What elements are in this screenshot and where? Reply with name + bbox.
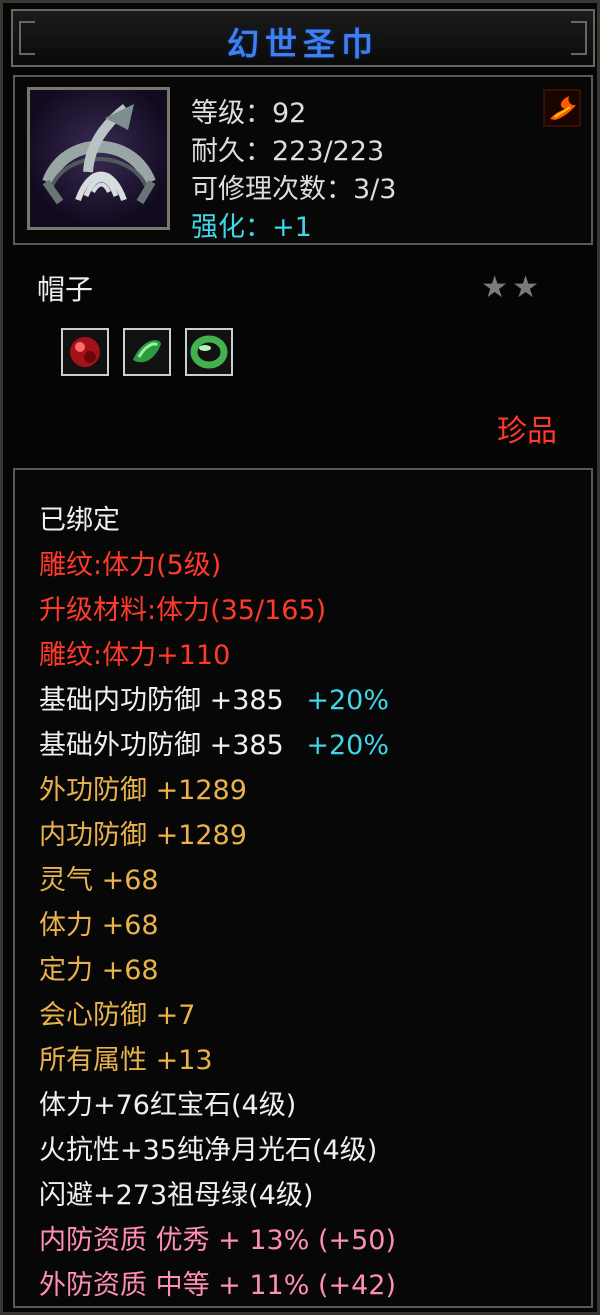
attr-line-11: 定力 +68 — [39, 955, 159, 986]
attr-line-1: 已绑定 — [39, 505, 120, 536]
attr-line-5: 基础内功防御 +385 +20% — [39, 678, 389, 717]
attr-line-14: 体力+76红宝石(4级) — [39, 1090, 297, 1121]
attr-line-17: 内防资质 优秀 + 13% (+50) — [39, 1225, 397, 1256]
item-type: 帽子 — [37, 273, 94, 306]
fire-element-icon — [543, 89, 581, 127]
attr-line-12: 会心防御 +7 — [39, 1000, 196, 1031]
item-info-section: 帽子 ★★ 珍品 — [13, 248, 593, 463]
attr-line-15: 火抗性+35纯净月光石(4级) — [39, 1135, 378, 1166]
attr-line-18: 外防资质 中等 + 11% (+42) — [39, 1270, 397, 1301]
item-name: 幻世圣巾 — [226, 25, 379, 63]
jade-ring-icon[interactable] — [185, 328, 233, 376]
item-durability: 耐久：223/223 — [191, 136, 385, 167]
item-header-panel: 等级：92 耐久：223/223 可修理次数：3/3 强化：+1 — [13, 75, 593, 245]
attr-line-8: 内功防御 +1289 — [39, 820, 247, 851]
attr-line-16: 闪避+273祖母绿(4级) — [39, 1180, 314, 1211]
attr-line-9: 灵气 +68 — [39, 865, 159, 896]
attributes-panel: 已绑定 雕纹:体力(5级) 升级材料:体力(35/165) 雕纹:体力+110 … — [13, 468, 593, 1308]
title-bar: 幻世圣巾 — [11, 9, 595, 67]
item-repair-count: 可修理次数：3/3 — [191, 174, 397, 205]
attr-line-10: 体力 +68 — [39, 910, 159, 941]
ruby-gem-icon[interactable] — [61, 328, 109, 376]
attr-line-7: 外功防御 +1289 — [39, 775, 247, 806]
item-icon — [27, 87, 170, 230]
attr-line-5-bonus: +20% — [306, 685, 389, 716]
attr-line-6: 基础外功防御 +385 +20% — [39, 723, 389, 762]
attr-line-3: 升级材料:体力(35/165) — [39, 595, 327, 626]
attr-line-4: 雕纹:体力+110 — [39, 640, 231, 671]
attr-line-6-text: 基础外功防御 +385 — [39, 730, 284, 761]
attr-line-5-text: 基础内功防御 +385 — [39, 685, 284, 716]
attr-line-6-bonus: +20% — [306, 730, 389, 761]
item-level: 等级：92 — [191, 98, 307, 129]
emerald-gem-icon[interactable] — [123, 328, 171, 376]
attr-line-13: 所有属性 +13 — [39, 1045, 213, 1076]
item-tooltip: 幻世圣巾 等级：92 耐久：223/223 可修理次数：3/3 强化：+1 帽子… — [0, 0, 600, 1315]
rarity-label: 珍品 — [497, 414, 557, 449]
item-enhance: 强化：+1 — [191, 212, 312, 243]
star-rating: ★★ — [481, 270, 543, 305]
attr-line-2: 雕纹:体力(5级) — [39, 550, 222, 581]
headband-icon — [42, 104, 156, 205]
